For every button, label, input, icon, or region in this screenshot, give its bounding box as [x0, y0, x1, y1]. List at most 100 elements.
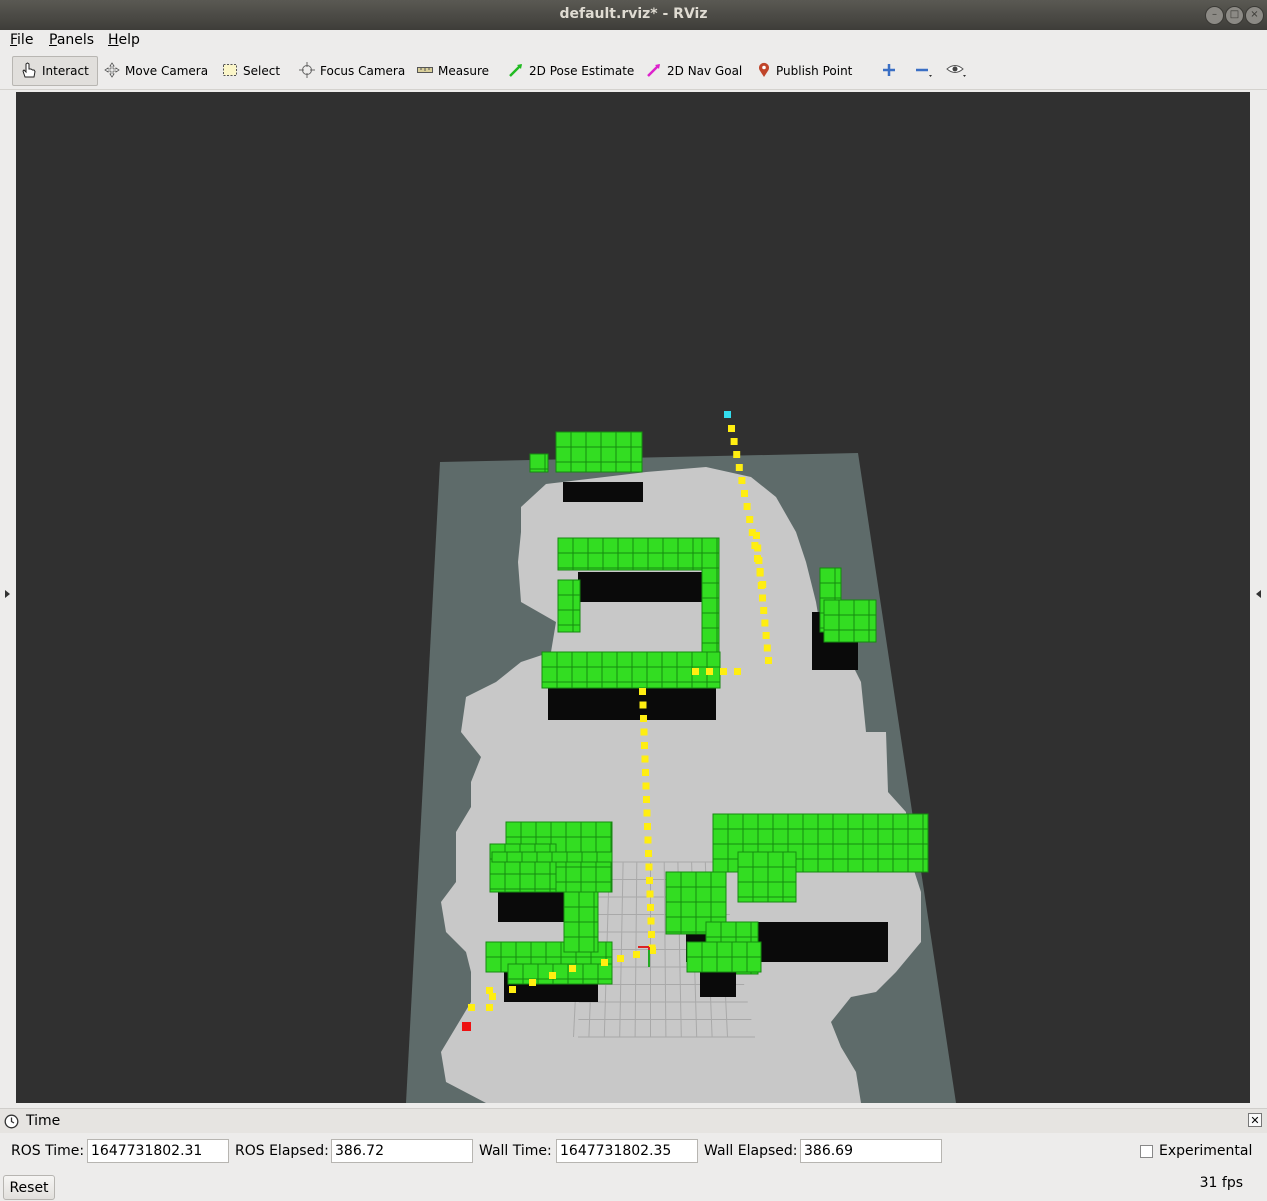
path-waypoint [743, 503, 751, 510]
path-waypoint [733, 451, 741, 458]
path-waypoint [643, 796, 650, 803]
path-waypoint [759, 594, 766, 602]
path-waypoint [639, 701, 647, 709]
focus-camera-tool-button[interactable]: Focus Camera [299, 56, 405, 86]
wall-elapsed-label: Wall Elapsed: [704, 1143, 798, 1159]
obstacle-voxel-block [555, 431, 643, 473]
move-camera-tool-button[interactable]: Move Camera [104, 56, 208, 86]
path-waypoint [645, 863, 653, 871]
path-waypoint [649, 947, 656, 954]
reset-button[interactable]: Reset [3, 1175, 55, 1200]
move-arrows-icon [104, 61, 120, 81]
crosshair-icon [299, 61, 315, 81]
scene-svg[interactable] [16, 92, 1250, 1103]
ros-elapsed-field[interactable] [331, 1139, 473, 1163]
path-waypoint [642, 769, 649, 776]
path-waypoint [644, 823, 651, 830]
interact-label: Interact [42, 64, 89, 78]
close-window-button[interactable]: × [1245, 6, 1264, 25]
path-waypoint [746, 516, 754, 523]
path-waypoint [753, 532, 760, 539]
path-waypoint [646, 890, 654, 898]
tool-bar: Interact Move Camera Select Focus Camera… [0, 52, 1267, 90]
path-waypoint [760, 607, 768, 614]
interact-tool-button[interactable]: Interact [12, 56, 98, 86]
path-waypoint [633, 951, 640, 958]
left-dock-arrow-icon[interactable] [5, 590, 10, 598]
time-panel-title: Time [26, 1113, 61, 1129]
wall-elapsed-field[interactable] [800, 1139, 942, 1163]
pose-estimate-label: 2D Pose Estimate [529, 64, 635, 78]
menu-panels[interactable]: Panels [49, 32, 94, 48]
path-waypoint [730, 438, 738, 445]
measure-label: Measure [438, 64, 489, 78]
publish-point-label: Publish Point [776, 64, 853, 78]
path-waypoint [486, 987, 493, 994]
ros-time-field[interactable] [87, 1139, 229, 1163]
obstacle-voxel-block [489, 843, 557, 893]
add-tool-button[interactable] [881, 56, 902, 86]
path-waypoint [765, 657, 772, 664]
render-panel [0, 90, 1267, 1103]
nav-goal-tool-button[interactable]: 2D Nav Goal [646, 56, 742, 86]
path-waypoint [692, 668, 699, 675]
obstacle-voxel-block [557, 579, 581, 633]
select-tool-button[interactable]: Select [222, 56, 280, 86]
view-options-button[interactable] [946, 56, 975, 86]
path-waypoint [549, 972, 556, 979]
3d-viewport[interactable] [16, 92, 1250, 1103]
minimize-button[interactable]: – [1205, 6, 1224, 25]
maximize-button[interactable]: □ [1225, 6, 1244, 25]
wall-time-label: Wall Time: [479, 1143, 552, 1159]
path-waypoint [641, 755, 649, 763]
path-waypoint [735, 464, 743, 471]
path-waypoint [489, 993, 496, 1000]
path-waypoint [755, 557, 763, 564]
path-waypoint [641, 742, 648, 749]
path-waypoint [762, 632, 770, 639]
obstacle-voxel-block [507, 963, 613, 985]
minus-icon [914, 62, 936, 81]
fps-readout: 31 fps [1199, 1175, 1243, 1191]
start-marker [462, 1022, 471, 1031]
obstacle-shadow [563, 482, 643, 502]
path-waypoint [486, 1004, 493, 1011]
path-waypoint [529, 979, 536, 986]
path-waypoint [644, 836, 652, 844]
path-waypoint [741, 490, 748, 497]
move-camera-label: Move Camera [125, 64, 209, 78]
pose-estimate-tool-button[interactable]: 2D Pose Estimate [508, 56, 634, 86]
path-waypoint [720, 668, 727, 675]
path-waypoint [509, 986, 516, 993]
path-waypoint [643, 809, 651, 817]
ros-elapsed-label: ROS Elapsed: [235, 1143, 329, 1159]
measure-tool-button[interactable]: Measure [417, 56, 489, 86]
path-waypoint [468, 1004, 475, 1011]
ruler-icon [417, 62, 433, 81]
path-waypoint [601, 959, 608, 966]
experimental-checkbox[interactable] [1140, 1145, 1153, 1158]
menu-help[interactable]: Help [108, 32, 140, 48]
right-dock-arrow-icon[interactable] [1256, 590, 1261, 598]
path-waypoint [646, 877, 653, 884]
close-panel-icon[interactable]: ✕ [1248, 1113, 1262, 1127]
time-panel-header: Time ✕ [0, 1109, 1267, 1133]
hand-icon [19, 61, 37, 82]
path-waypoint [647, 904, 654, 911]
path-waypoint [763, 644, 771, 652]
map-pin-icon [757, 62, 771, 81]
goal-marker [724, 411, 731, 418]
obstacle-voxel-block [737, 851, 797, 903]
path-waypoint [756, 569, 764, 577]
window-title: default.rviz* - RViz [559, 6, 708, 22]
publish-point-tool-button[interactable]: Publish Point [757, 56, 852, 86]
time-panel: Time ✕ ROS Time: ROS Elapsed: Wall Time:… [0, 1108, 1267, 1201]
menu-file[interactable]: File [10, 32, 33, 48]
path-waypoint [642, 782, 650, 790]
green-arrow-icon [508, 62, 524, 81]
obstacle-shadow [700, 972, 736, 997]
path-waypoint [647, 917, 655, 925]
selection-box-icon [222, 62, 238, 81]
remove-tool-button[interactable] [914, 56, 941, 86]
wall-time-field[interactable] [556, 1139, 698, 1163]
